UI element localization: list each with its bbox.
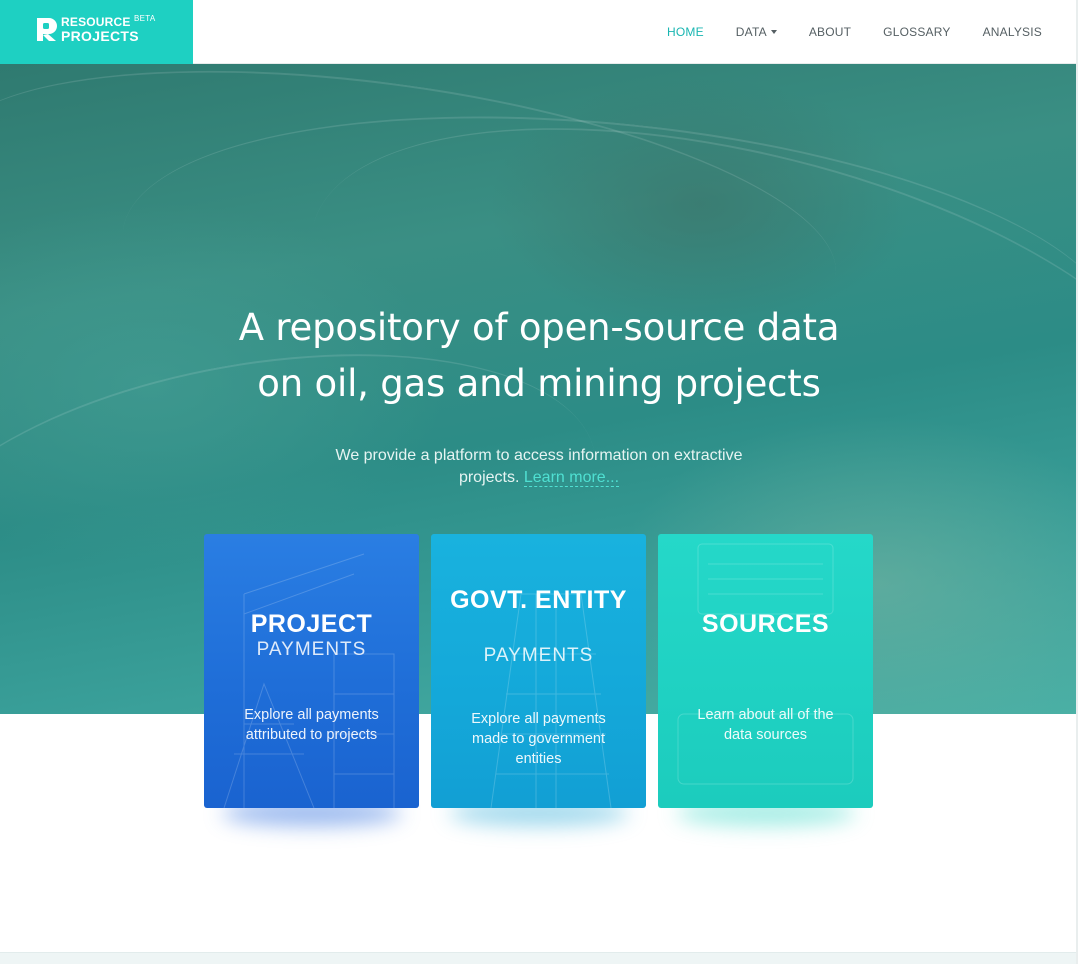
govt-entity-payments-card[interactable]: GOVT. ENTITY PAYMENTS Explore all paymen…	[431, 534, 646, 808]
brand-logo[interactable]: RESOURCE PROJECTS BETA	[0, 0, 193, 64]
card-description: Explore all payments made to government …	[471, 711, 606, 767]
resource-projects-logo-icon	[37, 18, 57, 41]
card-description: Learn about all of the data sources	[697, 707, 834, 743]
footer-strip	[0, 952, 1078, 964]
hero-subtitle: We provide a platform to access informat…	[310, 445, 768, 489]
card-heading: PROJECT	[250, 610, 373, 638]
hero-title-line2: on oil, gas and mining projects	[257, 362, 821, 405]
nav-data-label: DATA	[735, 25, 767, 39]
card-subheading: PAYMENTS	[256, 639, 367, 660]
card-subheading: PAYMENTS	[483, 645, 594, 666]
nav-glossary-label: GLOSSARY	[883, 25, 951, 39]
card-description: Explore all payments attributed to proje…	[244, 707, 379, 743]
sources-card[interactable]: SOURCES Learn about all of the data sour…	[658, 534, 873, 808]
card-heading: GOVT. ENTITY	[450, 586, 627, 614]
brand-line1: RESOURCE	[61, 15, 131, 29]
card-heading: SOURCES	[701, 610, 830, 638]
site-header: RESOURCE PROJECTS BETA HOME DATA ABOUT G…	[0, 0, 1078, 64]
learn-more-link[interactable]: Learn more...	[523, 469, 620, 487]
nav-analysis-label: ANALYSIS	[982, 25, 1042, 39]
typewriter-image	[677, 543, 854, 785]
hero-title-line1: A repository of open-source data	[238, 306, 840, 349]
nav-about-label: ABOUT	[808, 25, 852, 39]
hero-title: A repository of open-source data on oil,…	[0, 300, 1078, 412]
nav-home-label: HOME	[666, 25, 704, 39]
caret-down-icon	[770, 30, 777, 34]
construction-crane-image	[223, 553, 395, 808]
brand-line2: PROJECTS	[61, 28, 139, 44]
nav-analysis[interactable]: ANALYSIS	[983, 25, 1042, 39]
nav-data-dropdown[interactable]: DATA	[736, 25, 777, 39]
nav-glossary[interactable]: GLOSSARY	[883, 25, 950, 39]
nav-about[interactable]: ABOUT	[809, 25, 851, 39]
nav-home[interactable]: HOME	[667, 25, 704, 39]
beta-badge: BETA	[134, 14, 156, 23]
brand-name: RESOURCE PROJECTS	[61, 15, 139, 43]
project-payments-card[interactable]: PROJECT PAYMENTS Explore all payments at…	[204, 534, 419, 808]
main-nav: HOME DATA ABOUT GLOSSARY ANALYSIS	[635, 0, 1042, 64]
